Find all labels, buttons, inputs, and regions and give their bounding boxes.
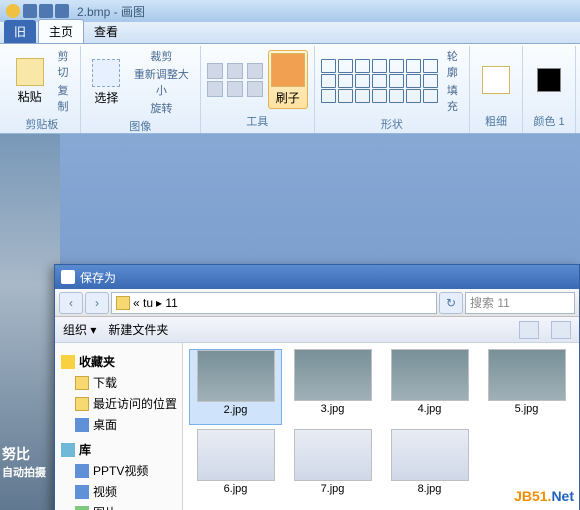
view-button[interactable]	[519, 321, 539, 339]
resize-button[interactable]: 重新调整大小	[129, 66, 194, 98]
qa-save-icon[interactable]	[23, 4, 37, 18]
brush-icon	[271, 53, 305, 87]
file-menu[interactable]: 旧	[4, 20, 36, 43]
recent-icon	[75, 397, 89, 411]
qa-undo-icon[interactable]	[39, 4, 53, 18]
select-icon	[92, 59, 120, 87]
dialog-icon	[61, 270, 75, 284]
tab-view[interactable]: 查看	[84, 20, 128, 43]
shape-gallery[interactable]	[321, 59, 439, 103]
line-width-button[interactable]	[476, 66, 516, 94]
canvas-area: 努比 自动拍摄 保存为 ‹ › « tu ▸ 11 ↻ 搜索 11 组织 ▾ 新…	[0, 134, 580, 510]
nav-bar: ‹ › « tu ▸ 11 ↻ 搜索 11	[55, 289, 579, 317]
ribbon: 粘贴 剪切 复制 剪贴板 选择 裁剪 重新调整大小 旋转 图像 刷子 工具	[0, 44, 580, 134]
file-item[interactable]: 3.jpg	[286, 349, 379, 425]
star-icon	[61, 355, 75, 369]
pictures-icon	[75, 506, 89, 510]
group-colors: 颜色 1	[523, 46, 576, 133]
dialog-title: 保存为	[80, 269, 116, 286]
crop-button[interactable]: 裁剪	[129, 48, 194, 64]
paste-icon	[16, 58, 44, 86]
brush-button[interactable]: 刷子	[268, 50, 308, 109]
dialog-toolbar: 组织 ▾ 新建文件夹	[55, 317, 579, 343]
fill-button[interactable]: 填充	[442, 82, 463, 114]
desktop-icon	[75, 418, 89, 432]
save-as-dialog: 保存为 ‹ › « tu ▸ 11 ↻ 搜索 11 组织 ▾ 新建文件夹 收藏夹…	[54, 264, 580, 510]
color1-button[interactable]	[529, 68, 569, 92]
app-titlebar: 2.bmp - 画图	[0, 0, 580, 22]
forward-button[interactable]: ›	[85, 292, 109, 314]
thumbnail	[391, 349, 469, 401]
download-icon	[75, 376, 89, 390]
window-title: 2.bmp - 画图	[77, 3, 145, 20]
thumbnail	[197, 429, 275, 481]
group-label: 剪贴板	[10, 114, 74, 134]
color-swatch	[537, 68, 561, 92]
watermark: 努比 自动拍摄	[2, 444, 46, 480]
quick-access[interactable]	[23, 4, 69, 18]
library-icon	[61, 443, 75, 457]
file-list[interactable]: 2.jpg 3.jpg 4.jpg 5.jpg 6.jpg 7.jpg 8.jp…	[183, 343, 579, 510]
thumbnail	[488, 349, 566, 401]
search-input[interactable]: 搜索 11	[465, 292, 575, 314]
refresh-button[interactable]: ↻	[439, 292, 463, 314]
paste-button[interactable]: 粘贴	[10, 58, 49, 105]
copy-button[interactable]: 复制	[52, 82, 74, 114]
file-item[interactable]: 5.jpg	[480, 349, 573, 425]
zoom-icon[interactable]	[247, 81, 263, 97]
cut-button[interactable]: 剪切	[52, 48, 74, 80]
file-item[interactable]: 4.jpg	[383, 349, 476, 425]
pencil-icon[interactable]	[207, 63, 223, 79]
breadcrumb[interactable]: « tu ▸ 11	[111, 292, 437, 314]
thumbnail	[294, 429, 372, 481]
group-line: 粗细	[470, 46, 523, 133]
organize-menu[interactable]: 组织 ▾	[63, 321, 96, 338]
tool-grid[interactable]	[207, 63, 265, 97]
file-item[interactable]: 2.jpg	[189, 349, 282, 425]
help-button[interactable]	[551, 321, 571, 339]
back-button[interactable]: ‹	[59, 292, 83, 314]
pptv-icon	[75, 464, 89, 478]
text-icon[interactable]	[247, 63, 263, 79]
outline-button[interactable]: 轮廓	[442, 48, 463, 80]
fill-icon[interactable]	[227, 63, 243, 79]
file-item[interactable]: 8.jpg	[383, 429, 476, 505]
rotate-button[interactable]: 旋转	[129, 100, 194, 116]
file-item[interactable]: 6.jpg	[189, 429, 282, 505]
thumbnail	[391, 429, 469, 481]
eraser-icon[interactable]	[207, 81, 223, 97]
group-image: 选择 裁剪 重新调整大小 旋转 图像	[81, 46, 201, 133]
dialog-titlebar[interactable]: 保存为	[55, 265, 579, 289]
file-item[interactable]: 7.jpg	[286, 429, 379, 505]
tab-home[interactable]: 主页	[38, 19, 84, 43]
thumbnail	[294, 349, 372, 401]
group-clipboard: 粘贴 剪切 复制 剪贴板	[4, 46, 81, 133]
nav-tree[interactable]: 收藏夹 下载 最近访问的位置 桌面 库 PPTV视频 视频 图片 文档 迅雷下载…	[55, 343, 183, 510]
video-icon	[75, 485, 89, 499]
new-folder-button[interactable]: 新建文件夹	[108, 321, 168, 338]
watermark-jb51: JB51.Net	[514, 488, 574, 504]
picker-icon[interactable]	[227, 81, 243, 97]
group-tools: 刷子 工具	[201, 46, 315, 133]
qa-redo-icon[interactable]	[55, 4, 69, 18]
app-icon	[6, 4, 20, 18]
thumbnail	[197, 350, 275, 402]
ribbon-tabs: 旧 主页 查看	[0, 22, 580, 44]
group-shapes: 轮廓 填充 形状	[315, 46, 470, 133]
folder-icon	[116, 296, 130, 310]
select-button[interactable]: 选择	[87, 59, 126, 106]
line-icon	[482, 66, 510, 94]
